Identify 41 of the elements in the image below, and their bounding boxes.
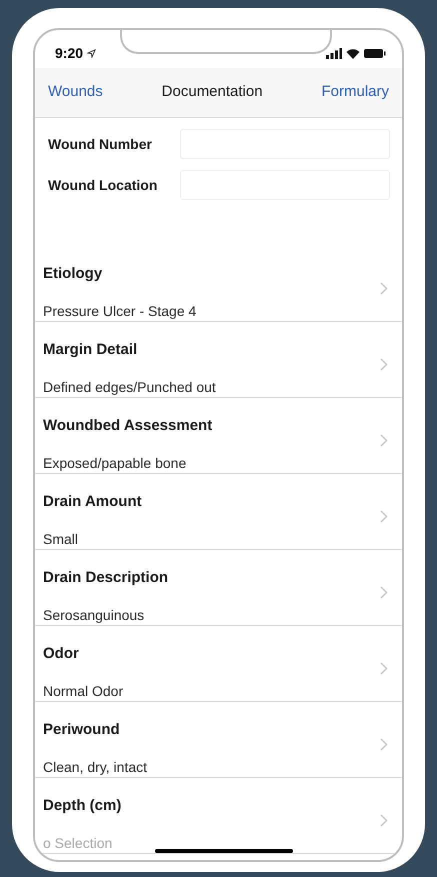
- list-row[interactable]: Etiology Pressure Ulcer - Stage 4: [35, 246, 402, 322]
- list-row[interactable]: Margin Detail Defined edges/Punched out: [35, 322, 402, 398]
- wifi-icon: [346, 48, 360, 58]
- chevron-right-icon: [380, 282, 388, 295]
- row-title: Etiology: [43, 264, 102, 284]
- row-value: Exposed/papable bone: [43, 454, 186, 473]
- nav-title: Documentation: [162, 82, 263, 102]
- row-value: Normal Odor: [43, 682, 124, 701]
- list-row[interactable]: Drain Amount Small: [35, 474, 402, 550]
- row-value: o Selection: [43, 834, 112, 853]
- chevron-right-icon: [380, 358, 388, 371]
- chevron-right-icon: [380, 510, 388, 523]
- row-title: Periwound: [43, 720, 120, 740]
- row-value: Small: [43, 530, 78, 549]
- chevron-right-icon: [380, 586, 388, 599]
- status-time: 9:20: [55, 44, 84, 62]
- field-label: Wound Number: [48, 134, 152, 154]
- row-value: Pressure Ulcer - Stage 4: [43, 302, 196, 321]
- list-row[interactable]: Periwound Clean, dry, intact: [35, 702, 402, 778]
- back-link[interactable]: Wounds: [48, 81, 103, 104]
- row-value: Serosanguinous: [43, 606, 144, 625]
- field-label: Wound Location: [48, 176, 158, 194]
- chevron-right-icon: [380, 434, 388, 447]
- list-row[interactable]: Drain Description Serosanguinous: [35, 550, 402, 626]
- list-row[interactable]: Woundbed Assessment Exposed/papable bone: [35, 398, 402, 474]
- row-title: Drain Amount: [43, 492, 142, 512]
- chevron-right-icon: [380, 662, 388, 675]
- row-title: Margin Detail: [43, 340, 138, 360]
- row-value: Defined edges/Punched out: [43, 378, 216, 397]
- chevron-right-icon: [380, 814, 388, 827]
- row-title: Depth (cm): [43, 796, 122, 816]
- row-value: Clean, dry, intact: [43, 758, 148, 777]
- row-title: Drain Description: [43, 568, 168, 588]
- row-title: Woundbed Assessment: [43, 416, 212, 436]
- signal-icon: [326, 48, 342, 58]
- row-title: Odor: [43, 644, 79, 664]
- formulary-link[interactable]: Formulary: [321, 81, 389, 104]
- chevron-right-icon: [380, 738, 388, 751]
- location-arrow-icon: [87, 48, 96, 58]
- battery-icon: [364, 48, 386, 58]
- list-row[interactable]: Odor Normal Odor: [35, 626, 402, 702]
